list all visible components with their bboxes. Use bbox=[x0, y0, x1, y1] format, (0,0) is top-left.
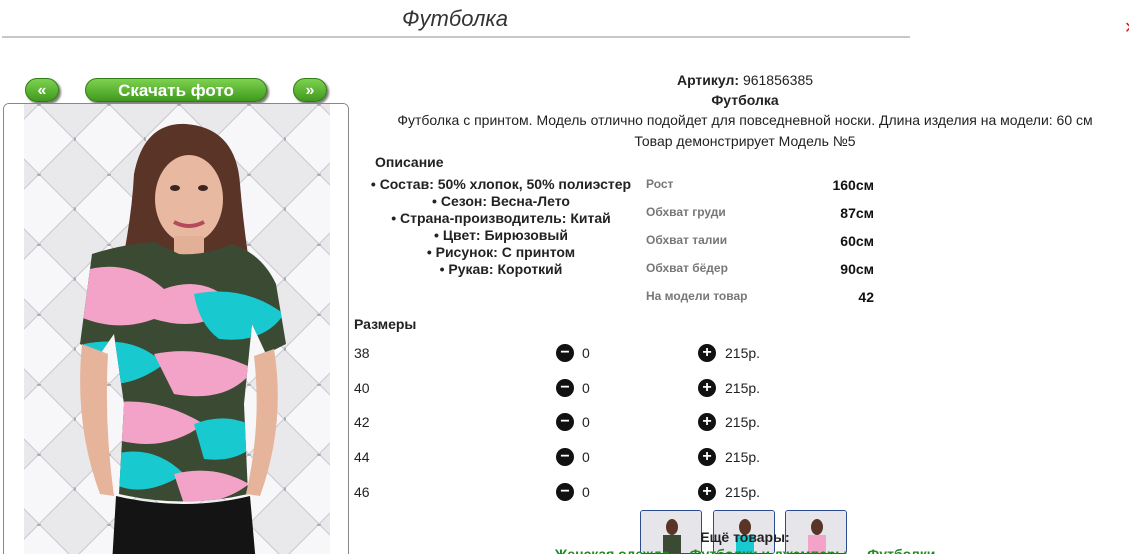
product-name: Футболка bbox=[711, 92, 779, 108]
measurement-value: 87см bbox=[840, 205, 874, 221]
measurement-value: 42 bbox=[858, 289, 874, 305]
quantity-value: 0 bbox=[582, 414, 590, 430]
article-line: Артикул: 961856385 bbox=[360, 72, 1129, 88]
category-link[interactable]: Женская одежда bbox=[555, 546, 670, 554]
description-item: Цвет: Бирюзовый bbox=[360, 227, 642, 244]
measurement-row: Обхват талии 60см bbox=[646, 233, 874, 253]
article-value: 961856385 bbox=[742, 72, 814, 88]
minus-circle-icon[interactable]: − bbox=[556, 344, 574, 362]
more-products-heading: Ещё товары: bbox=[700, 529, 790, 545]
minus-circle-icon[interactable]: − bbox=[556, 379, 574, 397]
measurement-value: 90см bbox=[840, 261, 874, 277]
description-item: Рукав: Короткий bbox=[360, 261, 642, 278]
size-label: 42 bbox=[354, 414, 370, 430]
size-label: 38 bbox=[354, 345, 370, 361]
close-icon[interactable]: ✕ bbox=[1124, 18, 1129, 38]
measurement-label: Обхват груди bbox=[646, 205, 726, 219]
category-link[interactable]: Футболки bbox=[867, 546, 935, 554]
size-label: 40 bbox=[354, 380, 370, 396]
price-value: 215р. bbox=[725, 414, 761, 430]
quantity-value: 0 bbox=[582, 484, 590, 500]
sizes-heading: Размеры bbox=[354, 316, 417, 332]
price-value: 215р. bbox=[725, 345, 761, 361]
size-row: 46 − 0 + 215р. bbox=[354, 480, 774, 504]
measurement-row: На модели товар 42 bbox=[646, 289, 874, 309]
plus-circle-icon[interactable]: + bbox=[698, 413, 716, 431]
page-title: Футболка bbox=[402, 6, 508, 31]
article-label: Артикул: bbox=[676, 72, 740, 88]
size-label: 46 bbox=[354, 484, 370, 500]
description-heading: Описание bbox=[375, 154, 444, 170]
plus-circle-icon[interactable]: + bbox=[698, 379, 716, 397]
measurement-value: 60см bbox=[840, 233, 874, 249]
measurement-label: Обхват талии bbox=[646, 233, 728, 247]
size-row: 40 − 0 + 215р. bbox=[354, 376, 774, 400]
measurement-label: На модели товар bbox=[646, 289, 748, 303]
description-list: Состав: 50% хлопок, 50% полиэстер Сезон:… bbox=[360, 176, 642, 278]
plus-circle-icon[interactable]: + bbox=[698, 448, 716, 466]
minus-circle-icon[interactable]: − bbox=[556, 413, 574, 431]
description-item: Страна-производитель: Китай bbox=[360, 210, 642, 227]
description-item: Рисунок: С принтом bbox=[360, 244, 642, 261]
plus-circle-icon[interactable]: + bbox=[698, 483, 716, 501]
size-row: 42 − 0 + 215р. bbox=[354, 410, 774, 434]
plus-circle-icon[interactable]: + bbox=[698, 344, 716, 362]
quantity-value: 0 bbox=[582, 380, 590, 396]
product-photo bbox=[3, 103, 349, 554]
category-link[interactable]: Футболки и джемперы bbox=[690, 546, 848, 554]
prev-photo-button[interactable]: « bbox=[25, 78, 59, 102]
price-value: 215р. bbox=[725, 484, 761, 500]
next-photo-button[interactable]: » bbox=[293, 78, 327, 102]
measurement-label: Обхват бёдер bbox=[646, 261, 728, 275]
description-item: Сезон: Весна-Лето bbox=[360, 193, 642, 210]
quantity-value: 0 bbox=[582, 449, 590, 465]
price-value: 215р. bbox=[725, 449, 761, 465]
measurement-value: 160см bbox=[832, 177, 874, 193]
quantity-value: 0 bbox=[582, 345, 590, 361]
size-row: 38 − 0 + 215р. bbox=[354, 341, 774, 365]
measurement-row: Обхват груди 87см bbox=[646, 205, 874, 225]
description-item: Состав: 50% хлопок, 50% полиэстер bbox=[360, 176, 642, 193]
product-description: Футболка с принтом. Модель отлично подой… bbox=[397, 112, 1093, 128]
price-value: 215р. bbox=[725, 380, 761, 396]
minus-circle-icon[interactable]: − bbox=[556, 448, 574, 466]
title-divider bbox=[2, 36, 910, 38]
minus-circle-icon[interactable]: − bbox=[556, 483, 574, 501]
measurement-row: Рост 160см bbox=[646, 177, 874, 197]
size-row: 44 − 0 + 215р. bbox=[354, 445, 774, 469]
measurement-row: Обхват бёдер 90см bbox=[646, 261, 874, 281]
more-products-links: Женская одежда Футболки и джемперы Футбо… bbox=[360, 546, 1129, 554]
download-photo-button[interactable]: Скачать фото bbox=[85, 78, 267, 102]
measurement-label: Рост bbox=[646, 177, 674, 191]
model-line: Товар демонстрирует Модель №5 bbox=[634, 133, 856, 149]
size-label: 44 bbox=[354, 449, 370, 465]
